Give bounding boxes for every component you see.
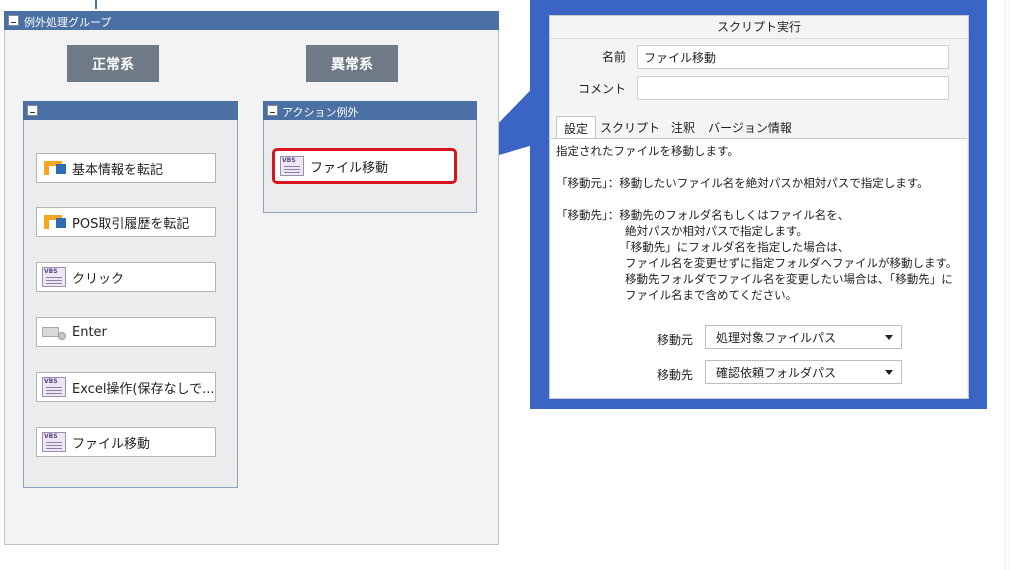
collapse-icon[interactable] [267,105,278,116]
dest-select-value: 確認依頼フォルダパス [716,365,837,380]
node-exception-file-move[interactable]: ファイル移動 [272,148,457,184]
node-label: Enter [72,324,107,340]
node-transcribe-pos-history[interactable]: POS取引履歴を転記 [36,207,216,237]
branch-error[interactable]: 異常系 [306,45,398,82]
description-line: ファイル名を変更せずに指定フォルダへファイルが移動します。 [556,256,958,270]
vbs-script-icon [42,377,66,397]
node-enter[interactable]: Enter [36,317,216,347]
node-excel-operation[interactable]: Excel操作(保存なしで... [36,372,216,402]
vbs-script-icon [42,267,66,287]
node-click[interactable]: クリック [36,262,216,292]
keyboard-icon [42,322,66,342]
vbs-script-icon [280,156,304,176]
source-select-value: 処理対象ファイルパス [716,330,837,345]
transcribe-icon [42,158,66,178]
collapse-icon[interactable] [8,15,19,26]
description-line: 指定されたファイルを移動します。 [556,144,739,158]
node-label: POS取引履歴を転記 [72,216,190,232]
transcribe-icon [42,212,66,232]
exception-group-title: 例外処理グループ [24,16,112,29]
normal-flow-panel-header[interactable] [23,101,238,120]
vbs-script-icon [42,432,66,452]
comment-label: コメント [577,82,626,96]
description-line: 絶対パスか相対パスで指定します。 [556,224,808,238]
node-label: Excel操作(保存なしで... [72,381,215,397]
branch-normal[interactable]: 正常系 [67,45,159,82]
action-exception-panel-header[interactable]: アクション例外 [263,101,477,120]
dialog-title: スクリプト実行 [549,15,969,39]
node-label: 基本情報を転記 [72,162,164,178]
description-line: 移動先フォルダでファイル名を変更したい場合は、「移動先」に [556,272,953,286]
node-label: クリック [72,271,125,287]
dest-label: 移動先 [656,368,693,382]
node-file-move[interactable]: ファイル移動 [36,427,216,457]
dest-select[interactable]: 確認依頼フォルダパス [705,360,902,384]
comment-input[interactable] [637,76,949,100]
tab-version-info[interactable]: バージョン情報 [707,116,793,138]
chevron-down-icon[interactable] [885,335,893,340]
tab-settings[interactable]: 設定 [556,116,596,139]
action-exception-title: アクション例外 [282,106,359,119]
chevron-down-icon[interactable] [885,370,893,375]
node-transcribe-basic-info[interactable]: 基本情報を転記 [36,153,216,183]
description-line: 「移動元」：移動したいファイル名を絶対パスか相対パスで指定します。 [556,176,929,190]
exception-group-header[interactable]: 例外処理グループ [4,11,499,30]
node-label: ファイル移動 [310,160,389,176]
description-line: 「移動先」にフォルダ名を指定した場合は、 [556,240,850,254]
collapse-icon[interactable] [27,105,38,116]
name-label: 名前 [601,50,626,64]
name-input[interactable]: ファイル移動 [637,45,949,69]
tab-script[interactable]: スクリプト [599,116,661,138]
page-edge [1004,0,1010,570]
description-line: 「移動先」：移動先のフォルダ名もしくはファイル名を、 [556,208,850,222]
description-line: ファイル名まで含めてください。 [556,288,798,302]
node-label: ファイル移動 [72,436,151,452]
tab-annotation[interactable]: 注釈 [664,116,702,138]
source-select[interactable]: 処理対象ファイルパス [705,325,902,349]
source-label: 移動元 [656,333,693,347]
